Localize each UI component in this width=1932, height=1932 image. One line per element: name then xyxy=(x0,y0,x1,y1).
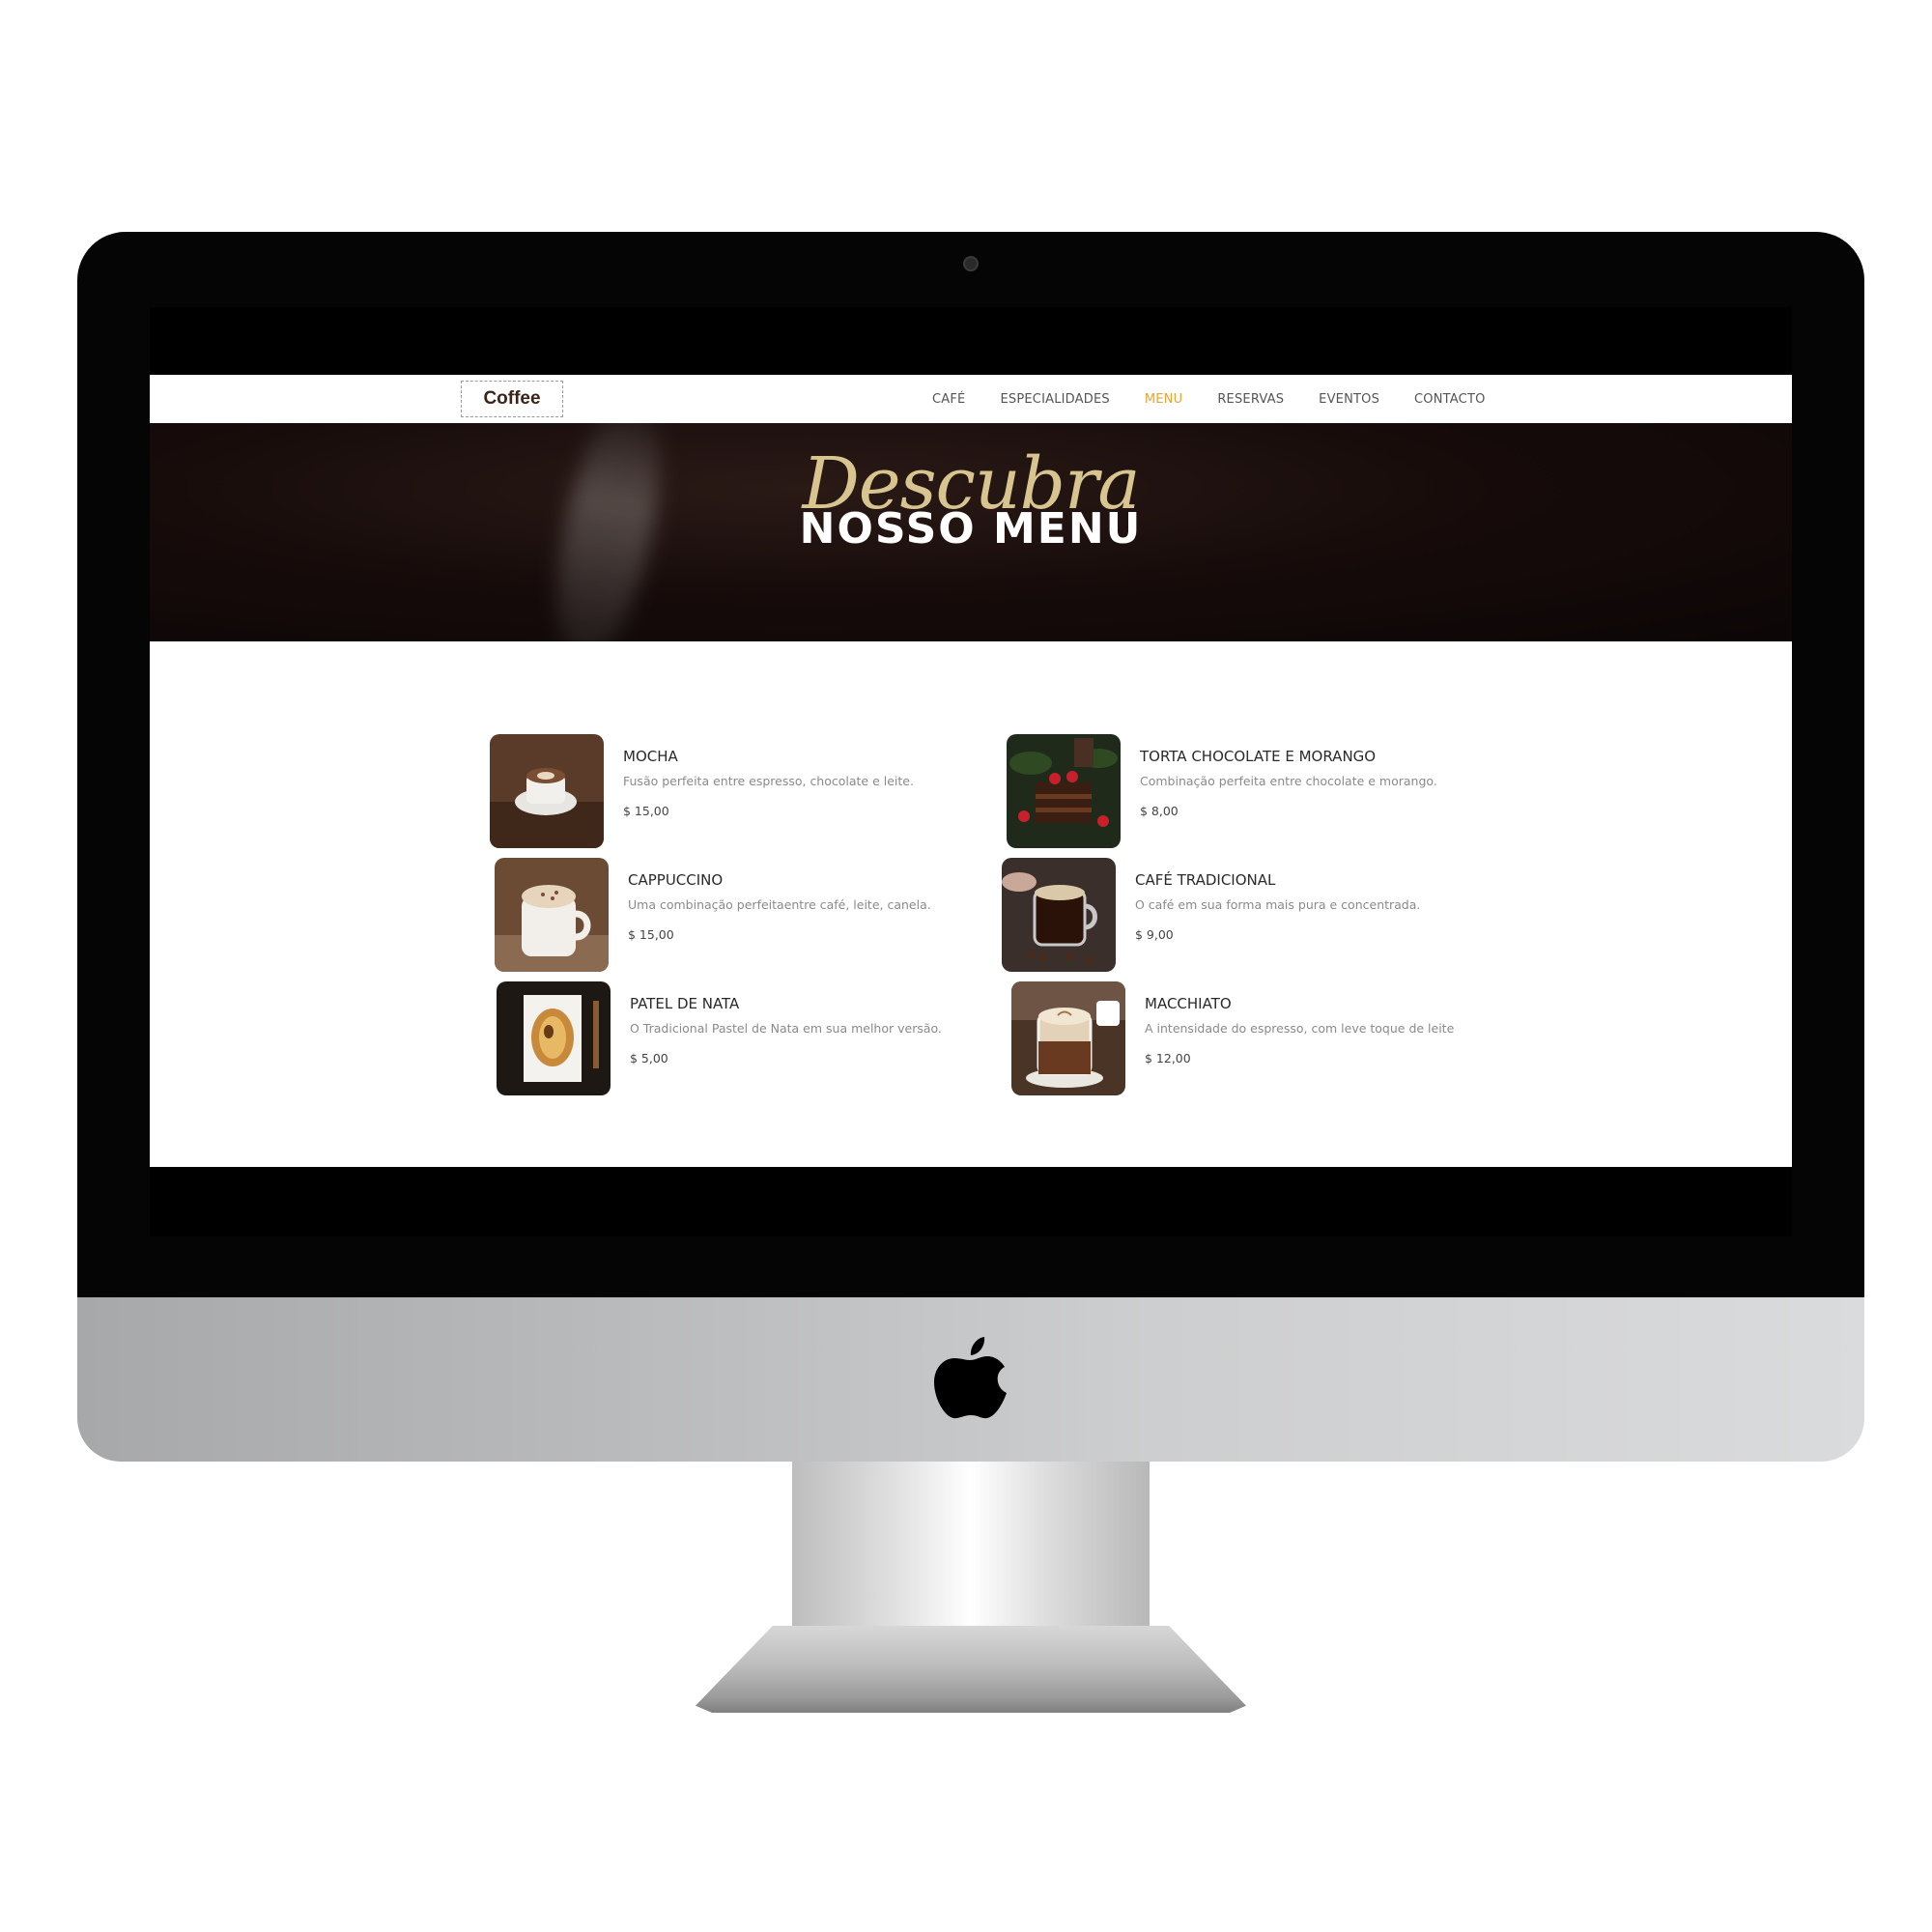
menu-section: MOCHA Fusão perfeita entre espresso, cho… xyxy=(150,641,1792,1167)
item-name: PATEL DE NATA xyxy=(630,995,740,1012)
item-name: CAPPUCCINO xyxy=(628,871,724,889)
website: Coffee CAFÉ ESPECIALIDADES MENU RESERVAS… xyxy=(150,375,1792,1167)
nav-item-eventos[interactable]: EVENTOS xyxy=(1319,392,1379,407)
item-price: $ 5,00 xyxy=(630,1051,668,1065)
menu-item[interactable]: CAPPUCCINO Uma combinação perfeitaentre … xyxy=(495,858,978,974)
item-name: CAFÉ TRADICIONAL xyxy=(1135,871,1276,889)
item-description: Fusão perfeita entre espresso, chocolate… xyxy=(623,774,914,788)
apple-logo-icon xyxy=(934,1337,1007,1419)
item-price: $ 8,00 xyxy=(1140,804,1179,818)
navbar: Coffee CAFÉ ESPECIALIDADES MENU RESERVAS… xyxy=(150,375,1792,423)
item-description: Uma combinação perfeitaentre café, leite… xyxy=(628,897,931,912)
menu-item[interactable]: MACCHIATO A intensidade do espresso, com… xyxy=(1011,981,1494,1097)
monitor-stand-foot xyxy=(696,1626,1246,1713)
hero-title: NOSSO MENU xyxy=(799,504,1143,554)
item-price: $ 15,00 xyxy=(623,804,669,818)
coffee-cup-photo-icon xyxy=(1002,858,1116,972)
site-logo[interactable]: Coffee xyxy=(461,381,563,417)
item-price: $ 9,00 xyxy=(1135,927,1174,942)
mocha-photo-icon xyxy=(490,734,604,848)
item-name: TORTA CHOCOLATE E MORANGO xyxy=(1140,748,1377,765)
nav-item-menu[interactable]: MENU xyxy=(1145,392,1182,407)
item-price: $ 15,00 xyxy=(628,927,674,942)
item-description: O Tradicional Pastel de Nata em sua melh… xyxy=(630,1021,942,1036)
nav-item-cafe[interactable]: CAFÉ xyxy=(932,392,965,407)
item-description: Combinação perfeita entre chocolate e mo… xyxy=(1140,774,1437,788)
menu-item[interactable]: CAFÉ TRADICIONAL O café em sua forma mai… xyxy=(1002,858,1485,974)
macchiato-photo-icon xyxy=(1011,981,1125,1095)
item-name: MACCHIATO xyxy=(1145,995,1232,1012)
menu-item[interactable]: MOCHA Fusão perfeita entre espresso, cho… xyxy=(490,734,973,850)
menu-item[interactable]: TORTA CHOCOLATE E MORANGO Combinação per… xyxy=(1007,734,1490,850)
nav-item-contacto[interactable]: CONTACTO xyxy=(1414,392,1485,407)
menu-item[interactable]: PATEL DE NATA O Tradicional Pastel de Na… xyxy=(497,981,980,1097)
cappuccino-photo-icon xyxy=(495,858,609,972)
hero-banner: Descubra NOSSO MENU xyxy=(150,423,1792,641)
item-name: MOCHA xyxy=(623,748,678,765)
pastel-de-nata-photo-icon xyxy=(497,981,611,1095)
item-description: A intensidade do espresso, com leve toqu… xyxy=(1145,1021,1455,1036)
logo-text: Coffee xyxy=(483,388,541,409)
item-description: O café em sua forma mais pura e concentr… xyxy=(1135,897,1421,912)
monitor-screen: Coffee CAFÉ ESPECIALIDADES MENU RESERVAS… xyxy=(150,307,1792,1236)
chocolate-cake-photo-icon xyxy=(1007,734,1121,848)
monitor-stand-neck xyxy=(792,1462,1150,1626)
nav-links: CAFÉ ESPECIALIDADES MENU RESERVAS EVENTO… xyxy=(932,375,1520,423)
item-price: $ 12,00 xyxy=(1145,1051,1191,1065)
nav-item-reservas[interactable]: RESERVAS xyxy=(1217,392,1284,407)
nav-item-especialidades[interactable]: ESPECIALIDADES xyxy=(1000,392,1109,407)
webcam-icon xyxy=(963,256,979,271)
